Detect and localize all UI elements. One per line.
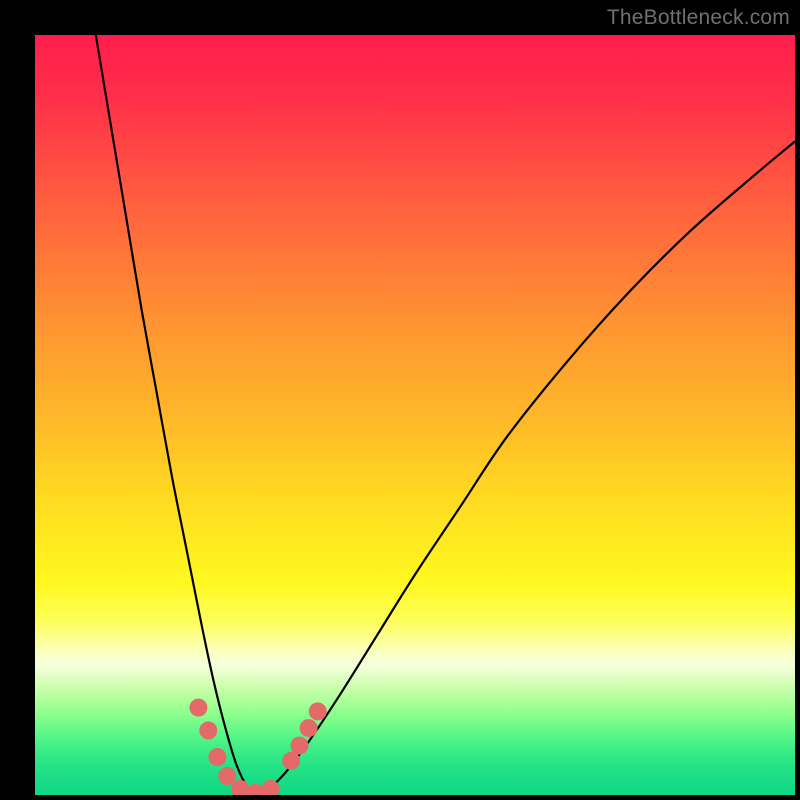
curve-marker xyxy=(189,699,207,717)
curve-markers xyxy=(189,699,326,795)
curve-marker xyxy=(309,702,327,720)
plot-area xyxy=(35,35,795,795)
bottleneck-curve xyxy=(96,35,795,795)
chart-svg xyxy=(35,35,795,795)
curve-marker xyxy=(282,752,300,770)
curve-marker xyxy=(290,737,308,755)
chart-frame: TheBottleneck.com xyxy=(0,0,800,800)
curve-marker xyxy=(300,719,318,737)
curve-marker xyxy=(218,767,236,785)
watermark-text: TheBottleneck.com xyxy=(607,6,790,30)
curve-marker xyxy=(199,721,217,739)
curve-marker xyxy=(208,748,226,766)
